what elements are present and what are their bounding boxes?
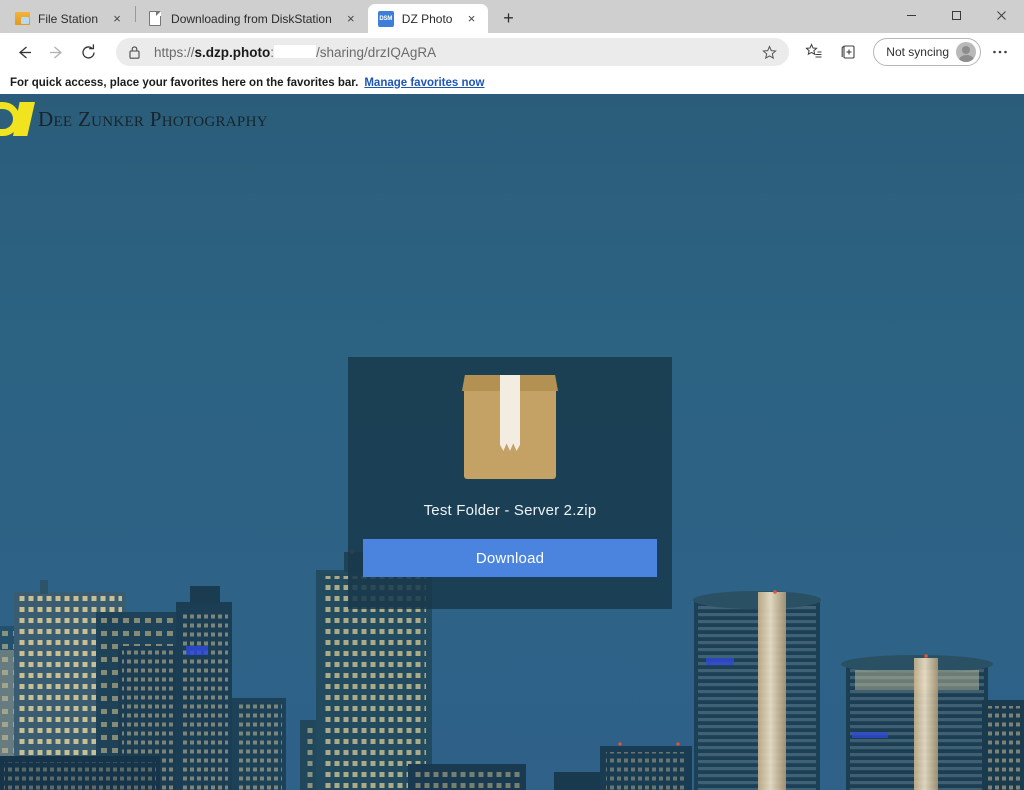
dsm-icon: DSM — [377, 10, 394, 27]
dsm-icon-label: DSM — [377, 10, 394, 27]
url-host: s.dzp.photo — [194, 45, 271, 60]
tab-close-button[interactable]: × — [342, 10, 360, 28]
tab-close-button[interactable]: × — [108, 10, 126, 28]
tab-dz-photo[interactable]: DSM DZ Photo × — [367, 4, 489, 33]
site-wordmark: Dee Zunker Photography — [38, 106, 268, 131]
forward-button[interactable] — [40, 36, 72, 68]
tab-strip: File Station × Downloading from DiskStat… — [0, 0, 522, 33]
site-logo[interactable]: Dee Zunker Photography — [0, 102, 268, 136]
tab-title: Downloading from DiskStation — [171, 11, 332, 26]
browser-toolbar: https://s.dzp.photo:/sharing/drzIQAgRA N… — [0, 33, 1024, 71]
favorites-bar: For quick access, place your favorites h… — [0, 71, 1024, 94]
tab-downloading-from-diskstation[interactable]: Downloading from DiskStation × — [137, 4, 368, 33]
url-scheme: https:// — [154, 45, 195, 60]
minimize-button[interactable] — [889, 0, 934, 31]
url-text[interactable]: https://s.dzp.photo:/sharing/drzIQAgRA — [154, 44, 759, 60]
download-card: Test Folder - Server 2.zip Download — [348, 357, 672, 609]
tab-separator — [135, 5, 137, 22]
cardboard-box-icon — [462, 375, 558, 479]
profile-button[interactable]: Not syncing — [873, 38, 981, 66]
tab-close-button[interactable]: × — [462, 10, 480, 28]
page-content: Dee Zunker Photography Test Folder - Ser… — [0, 94, 1024, 790]
url-path: /sharing/drzIQAgRA — [316, 45, 437, 60]
profile-status-label: Not syncing — [886, 45, 949, 59]
manage-favorites-link[interactable]: Manage favorites now — [364, 77, 484, 89]
collections-icon[interactable] — [833, 36, 865, 68]
tab-title: File Station — [38, 11, 99, 26]
settings-and-more-button[interactable] — [984, 36, 1016, 68]
favorites-bar-message: For quick access, place your favorites h… — [10, 76, 359, 89]
file-station-folder-icon — [14, 11, 30, 27]
tab-title: DZ Photo — [401, 11, 453, 26]
generic-page-icon — [147, 11, 163, 27]
lock-icon — [128, 45, 144, 60]
download-button[interactable]: Download — [363, 539, 657, 577]
favorite-star-icon[interactable] — [759, 44, 779, 60]
new-tab-button[interactable]: + — [494, 4, 522, 32]
maximize-button[interactable] — [934, 0, 979, 31]
window-controls — [889, 0, 1024, 31]
reload-button[interactable] — [72, 36, 104, 68]
redacted-port-block — [274, 45, 317, 58]
title-bar: File Station × Downloading from DiskStat… — [0, 0, 1024, 33]
address-bar[interactable]: https://s.dzp.photo:/sharing/drzIQAgRA — [116, 38, 790, 66]
avatar — [956, 42, 976, 62]
favorites-add-icon[interactable] — [798, 36, 830, 68]
file-name-label: Test Folder - Server 2.zip — [423, 502, 597, 519]
back-button[interactable] — [8, 36, 40, 68]
dz-monogram-icon — [0, 102, 42, 136]
browser-window: File Station × Downloading from DiskStat… — [0, 0, 1024, 790]
tab-file-station[interactable]: File Station × — [4, 4, 134, 33]
close-button[interactable] — [979, 0, 1024, 31]
